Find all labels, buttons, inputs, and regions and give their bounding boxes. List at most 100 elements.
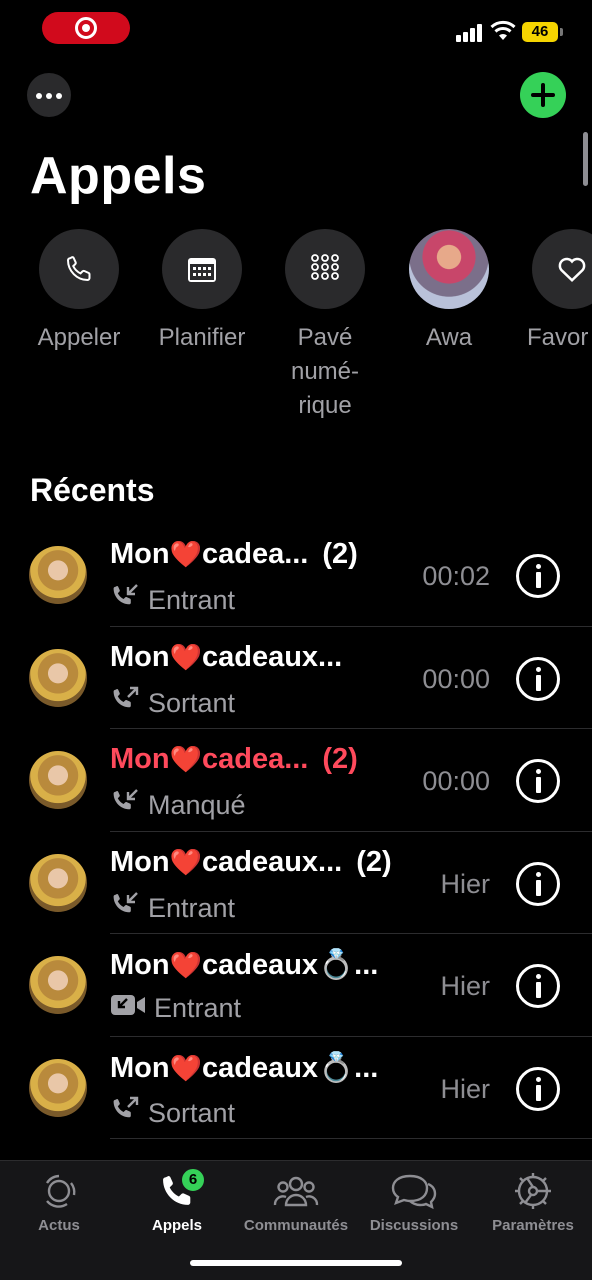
recent-calls-list: Mon❤️cadea... (2) Entrant 00:02 Mon❤️cadeaux… — [0, 524, 592, 1139]
call-type: Sortant — [110, 1095, 235, 1132]
screen-recording-indicator[interactable] — [42, 12, 130, 44]
tab-communities[interactable]: Communautés — [237, 1169, 355, 1234]
call-type: Manqué — [110, 787, 246, 824]
recent-call-row[interactable]: Mon❤️cadeaux💍... Sortant Hier — [0, 1037, 592, 1139]
quick-action-schedule[interactable]: Planifier — [142, 229, 262, 355]
avatar — [29, 546, 87, 604]
contact-name: Mon❤️cadea... (2) — [110, 743, 358, 776]
avatar — [29, 956, 87, 1014]
call-type: Entrant — [110, 992, 241, 1025]
recent-call-row[interactable]: Mon❤️cadea... (2) Entrant 00:02 — [0, 524, 592, 627]
tab-updates[interactable]: Actus — [0, 1169, 118, 1234]
status-bar: 46 — [0, 0, 592, 60]
tab-label: Paramètres — [492, 1217, 574, 1234]
scroll-indicator — [583, 132, 588, 186]
quick-action-keypad[interactable]: Pavé numé-rique — [265, 229, 385, 423]
settings-icon — [474, 1169, 592, 1213]
contact-name: Mon❤️cadeaux💍... — [110, 948, 392, 982]
avatar — [29, 751, 87, 809]
quick-action-label: Planifier — [158, 324, 246, 351]
call-count: (2) — [356, 845, 392, 878]
quick-action-contact-awa[interactable]: Awa — [389, 229, 509, 355]
info-button[interactable] — [516, 964, 560, 1008]
contact-name-text: Mon — [110, 640, 170, 673]
cellular-signal-icon — [456, 24, 484, 42]
outgoing-call-icon — [110, 685, 148, 722]
incoming-call-icon — [110, 890, 148, 927]
heart-emoji-icon: ❤️ — [169, 641, 202, 672]
call-time: 00:00 — [422, 766, 490, 796]
recents-heading: Récents — [30, 472, 155, 508]
call-type: Entrant — [110, 890, 235, 927]
info-button[interactable] — [516, 656, 560, 701]
contact-name-rest: cadeaux💍... — [201, 1051, 379, 1084]
info-button[interactable] — [516, 759, 560, 803]
phone-icon — [39, 229, 119, 309]
quick-action-call[interactable]: Appeler — [19, 229, 139, 355]
contact-name-text: Mon — [110, 743, 170, 775]
contact-name-rest: cadea... — [201, 743, 309, 775]
avatar — [29, 853, 87, 912]
video-call-icon — [110, 992, 154, 1025]
recent-call-row[interactable]: Mon❤️cadeaux💍... Entrant Hier — [0, 934, 592, 1037]
info-button[interactable] — [516, 1066, 560, 1111]
call-type-label: Manqué — [148, 790, 246, 820]
contact-name: Mon❤️cadea... (2) — [110, 538, 358, 571]
incoming-call-icon — [110, 787, 148, 824]
wifi-icon — [490, 20, 516, 40]
recent-call-row[interactable]: Mon❤️cadeaux... (2) Entrant Hier — [0, 832, 592, 934]
heart-emoji-icon: ❤️ — [169, 846, 202, 877]
tab-label: Actus — [38, 1217, 80, 1234]
call-time: Hier — [440, 868, 490, 899]
recent-call-row[interactable]: Mon❤️cadeaux... Sortant 00:00 — [0, 627, 592, 729]
contact-name-text: Mon — [110, 845, 170, 878]
quick-action-label: Appeler — [37, 324, 121, 351]
incoming-call-icon — [110, 582, 148, 619]
contact-name-text: Mon — [110, 538, 170, 570]
record-icon — [75, 17, 97, 39]
avatar — [409, 229, 489, 309]
tab-label: Appels — [151, 1217, 202, 1234]
info-button[interactable] — [516, 861, 560, 906]
unread-badge: 6 — [180, 1167, 206, 1193]
contact-name-rest: cadeaux... — [201, 640, 343, 673]
call-count: (2) — [322, 743, 358, 775]
quick-action-label: Awa — [425, 324, 473, 351]
call-type: Sortant — [110, 685, 235, 722]
call-time: Hier — [440, 1073, 490, 1104]
call-count: (2) — [322, 538, 358, 570]
heart-emoji-icon: ❤️ — [169, 539, 202, 569]
phone-icon: 6 — [118, 1167, 236, 1213]
call-type-label: Sortant — [148, 687, 236, 718]
quick-action-favorites[interactable]: Favor — [512, 229, 592, 355]
row-divider — [110, 1138, 592, 1139]
communities-icon — [237, 1169, 355, 1213]
heart-emoji-icon: ❤️ — [169, 1052, 202, 1083]
recent-call-row[interactable]: Mon❤️cadea... (2) Manqué 00:00 — [0, 729, 592, 832]
new-call-button[interactable] — [520, 72, 566, 118]
contact-name-rest: cadeaux... — [201, 845, 343, 878]
contact-name: Mon❤️cadeaux💍... — [110, 1051, 392, 1085]
contact-name-text: Mon — [110, 949, 170, 981]
page-title: Appels — [30, 147, 207, 205]
more-options-button[interactable] — [27, 73, 71, 117]
heart-emoji-icon: ❤️ — [169, 744, 202, 774]
call-type: Entrant — [110, 582, 235, 619]
tab-calls[interactable]: 6 Appels — [118, 1167, 236, 1234]
avatar — [29, 648, 87, 707]
contact-name: Mon❤️cadeaux... (2) — [110, 846, 392, 879]
info-button[interactable] — [516, 554, 560, 598]
calendar-icon — [162, 229, 242, 309]
call-time: 00:00 — [422, 663, 490, 694]
heart-icon — [532, 229, 592, 309]
keypad-icon — [285, 229, 365, 309]
call-type-label: Entrant — [148, 892, 236, 923]
heart-emoji-icon: ❤️ — [169, 950, 202, 980]
tab-settings[interactable]: Paramètres — [474, 1169, 592, 1234]
tab-chats[interactable]: Discussions — [355, 1169, 473, 1234]
call-time: Hier — [440, 971, 490, 1001]
contact-name-rest: cadeaux💍... — [201, 949, 379, 981]
home-indicator — [190, 1260, 402, 1266]
battery-indicator: 46 — [522, 22, 563, 42]
call-type-label: Entrant — [154, 993, 242, 1023]
